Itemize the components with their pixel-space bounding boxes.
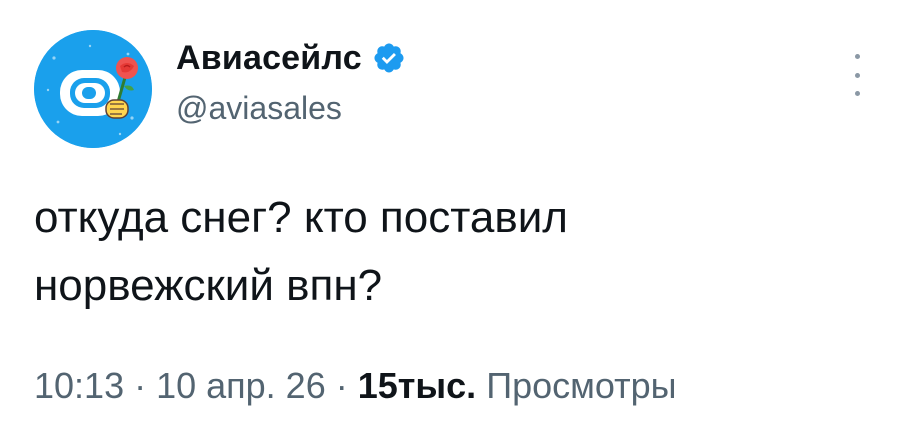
aviasales-logo-icon [34,30,152,148]
tweet-time[interactable]: 10:13 [34,365,124,406]
views-count[interactable]: 15тыс. [358,365,476,406]
author-handle[interactable]: @aviasales [176,92,342,124]
more-options-icon[interactable] [846,54,868,96]
tweet-text-line: норвежский впн? [34,261,383,310]
author-row: Авиасейлс [176,34,406,82]
verified-badge-icon [374,43,404,73]
meta-separator: · [124,365,157,406]
more-dot [854,54,860,59]
tweet-text: откуда снег? кто поставил норвежский впн… [34,184,854,320]
tweet: Авиасейлс @aviasales откуда снег? кто по… [0,0,903,432]
more-dot [854,72,860,78]
tweet-meta: 10:13 · 10 апр. 26 · 15тыс. Просмотры [34,362,676,410]
tweet-date[interactable]: 10 апр. 26 [156,365,326,406]
views-label: Просмотры [476,365,677,406]
avatar[interactable] [34,30,152,148]
display-name[interactable]: Авиасейлс [176,41,362,75]
tweet-text-line: откуда снег? кто поставил [34,193,568,242]
more-dot [854,91,860,96]
meta-separator: · [325,365,358,406]
